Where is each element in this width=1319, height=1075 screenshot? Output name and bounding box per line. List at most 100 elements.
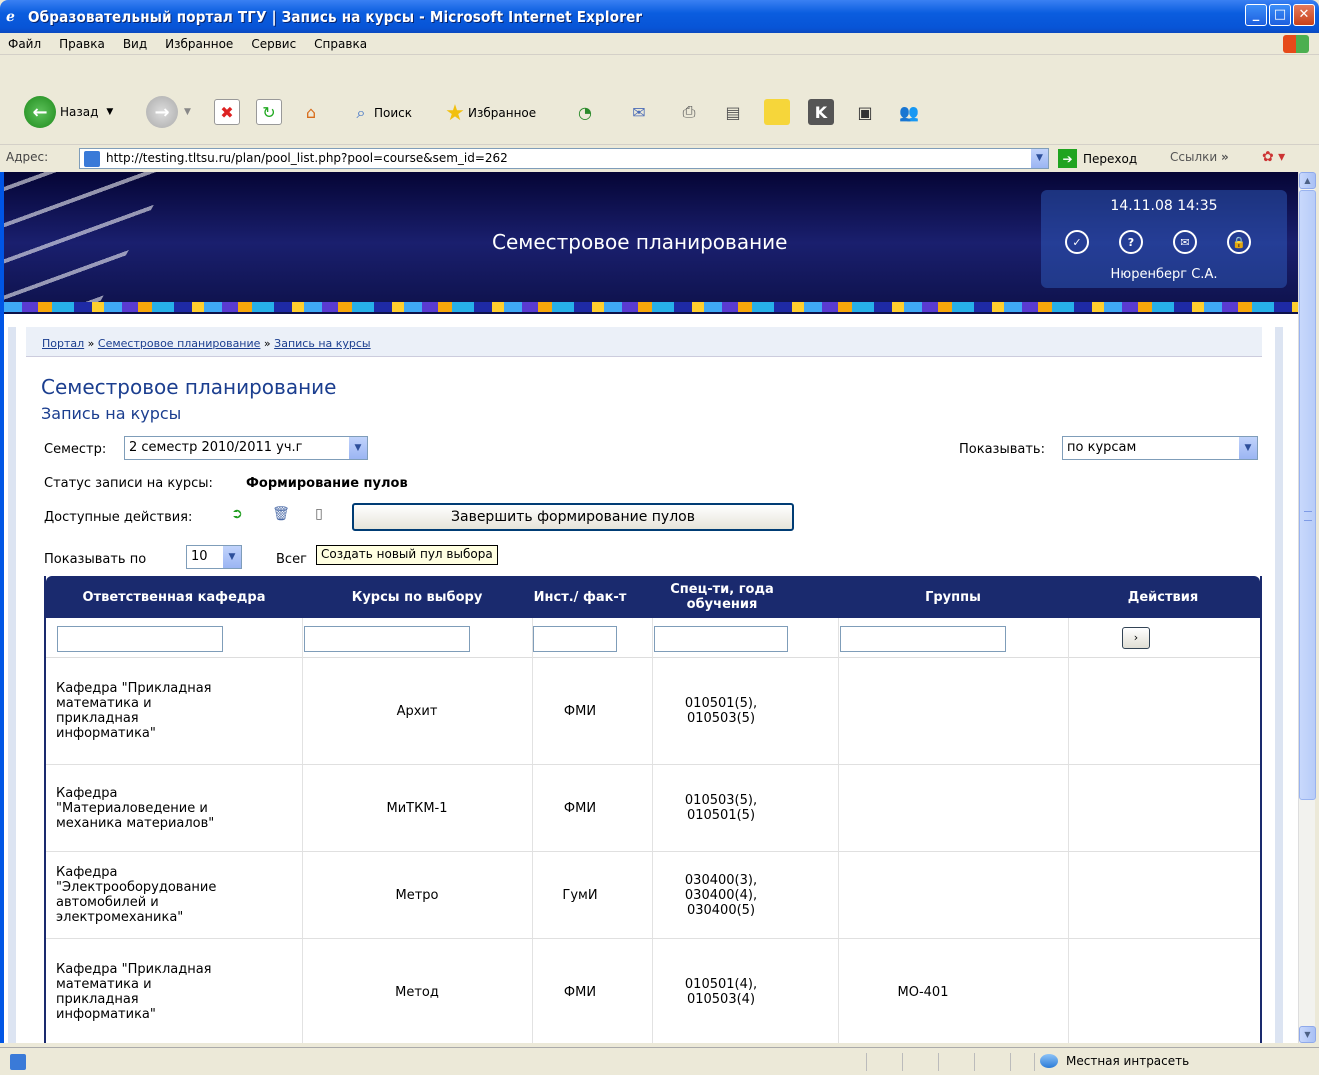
lock-icon[interactable]: 🔒 <box>1227 230 1251 254</box>
print-icon: ⎙ <box>682 102 696 121</box>
notes-button[interactable] <box>764 99 790 125</box>
cell-groups: МО-401 <box>897 984 949 1000</box>
edit-button[interactable]: ▤ <box>720 99 746 125</box>
total-label: Всег <box>276 552 307 567</box>
links-button[interactable]: Ссылки » <box>1170 150 1229 164</box>
address-dropdown-icon[interactable]: ▼ <box>1031 149 1048 168</box>
filter-groups-input[interactable] <box>840 626 1006 652</box>
page-icon <box>84 151 100 167</box>
table-row[interactable]: Кафедра "Электрооборудование автомобилей… <box>46 852 1260 939</box>
header-datetime: 14.11.08 14:35 <box>1110 198 1218 214</box>
delete-icon[interactable]: 🗑 <box>272 506 290 524</box>
chevron-down-icon: ▼ <box>106 107 114 117</box>
header-title: Семестровое планирование <box>492 230 788 254</box>
col-spec[interactable]: Спец-ти, года обучения <box>652 576 792 618</box>
print-button[interactable]: ⎙ <box>676 99 702 125</box>
star-icon: ★ <box>445 100 465 126</box>
messenger-button[interactable]: 👥 <box>896 99 922 125</box>
breadcrumb-current[interactable]: Запись на курсы <box>274 337 370 350</box>
minimize-button[interactable]: _ <box>1245 4 1267 26</box>
semester-select[interactable]: 2 семестр 2010/2011 уч.г ▼ <box>124 436 368 460</box>
cell-spec: 030400(3), 030400(4), 030400(5) <box>684 872 758 918</box>
create-pool-icon[interactable]: ➲ <box>228 506 246 524</box>
cell-spec: 010503(5), 010501(5) <box>684 793 758 823</box>
filter-apply-button[interactable]: › <box>1122 627 1150 649</box>
filter-spec-input[interactable] <box>654 626 788 652</box>
menu-edit[interactable]: Правка <box>59 37 105 51</box>
forward-button[interactable]: → ▼ <box>146 96 191 128</box>
menu-favorites[interactable]: Избранное <box>165 37 233 51</box>
filter-course-input[interactable] <box>304 626 470 652</box>
refresh-icon: ↻ <box>256 99 282 125</box>
home-button[interactable]: ⌂ <box>298 99 324 125</box>
breadcrumb-portal[interactable]: Портал <box>42 337 84 350</box>
col-inst[interactable]: Инст./ фак-т <box>532 576 628 618</box>
maximize-button[interactable]: □ <box>1269 4 1291 26</box>
mail-button[interactable]: ✉ <box>626 99 652 125</box>
col-actions: Действия <box>1127 589 1199 605</box>
scroll-thumb[interactable] <box>1299 190 1316 800</box>
cell-groups <box>838 852 1008 938</box>
address-url: http://testing.tltsu.ru/plan/pool_list.p… <box>106 151 508 165</box>
page-title: Семестровое планирование <box>41 375 337 399</box>
mail-icon[interactable]: ✉ <box>1173 230 1197 254</box>
close-button[interactable]: ✕ <box>1293 4 1315 26</box>
security-zone: Местная интрасеть <box>1040 1054 1189 1068</box>
col-course[interactable]: Курсы по выбору <box>302 576 532 618</box>
chevron-down-icon: ▼ <box>1239 437 1257 459</box>
ie-logo-icon: ℯ <box>6 8 15 25</box>
check-icon[interactable]: ✓ <box>1065 230 1089 254</box>
cell-dept: Кафедра "Прикладная математика и приклад… <box>56 681 212 741</box>
translate-icon[interactable]: ✿ ▾ <box>1262 149 1285 165</box>
toolbar: ← Назад ▼ → ▼ ✖ ↻ ⌂ ⌕ Поиск ★ Избранное … <box>0 56 1319 144</box>
menu-help[interactable]: Справка <box>314 37 367 51</box>
menu-tools[interactable]: Сервис <box>251 37 296 51</box>
back-button[interactable]: ← Назад ▼ <box>24 96 113 128</box>
cell-inst: ФМИ <box>563 703 597 719</box>
document-icon[interactable]: ▯ <box>310 506 328 524</box>
go-button[interactable]: ➔ Переход <box>1058 149 1137 168</box>
table-row[interactable]: Кафедра "Материаловедение и механика мат… <box>46 765 1260 852</box>
vertical-scrollbar[interactable]: ▲ ▼ <box>1298 172 1316 1043</box>
mail-icon: ✉ <box>632 102 646 122</box>
table-header: Ответственная кафедра Курсы по выбору Ин… <box>46 576 1260 618</box>
refresh-button[interactable]: ↻ <box>256 99 282 125</box>
k-button[interactable]: K <box>808 99 834 125</box>
col-groups[interactable]: Группы <box>838 576 1068 618</box>
cell-inst: ГумИ <box>562 887 598 903</box>
table-row[interactable]: Кафедра "Прикладная математика и приклад… <box>46 658 1260 765</box>
menu-view[interactable]: Вид <box>123 37 147 51</box>
user-name: Нюренберг С.А. <box>1110 267 1218 282</box>
cell-groups <box>838 658 1008 764</box>
research-button[interactable]: ▣ <box>852 99 878 125</box>
finish-pools-button[interactable]: Завершить формирование пулов <box>352 503 794 531</box>
favorites-button[interactable]: ★ Избранное <box>442 100 536 126</box>
breadcrumb-plan[interactable]: Семестровое планирование <box>98 337 261 350</box>
scroll-down-icon[interactable]: ▼ <box>1299 1026 1316 1043</box>
edit-icon: ▤ <box>725 102 741 122</box>
help-icon[interactable]: ? <box>1119 230 1143 254</box>
color-stripe <box>4 302 1299 312</box>
stop-button[interactable]: ✖ <box>214 99 240 125</box>
status-label: Статус записи на курсы: <box>44 476 213 491</box>
pools-table: Ответственная кафедра Курсы по выбору Ин… <box>44 576 1262 1043</box>
scroll-up-icon[interactable]: ▲ <box>1299 172 1316 189</box>
table-row[interactable]: Кафедра "Прикладная математика и приклад… <box>46 939 1260 1043</box>
cell-dept: Кафедра "Материаловедение и механика мат… <box>56 785 215 831</box>
col-dept[interactable]: Ответственная кафедра <box>46 576 302 618</box>
filter-inst-input[interactable] <box>533 626 617 652</box>
search-button[interactable]: ⌕ Поиск <box>348 100 413 126</box>
user-panel: 14.11.08 14:35 ✓ ? ✉ 🔒 Нюренберг С.А. <box>1041 190 1287 288</box>
cell-inst: ФМИ <box>563 800 597 816</box>
per-page-select[interactable]: 10 ▼ <box>186 545 242 569</box>
cell-spec: 010501(5), 010503(5) <box>684 696 758 726</box>
stop-icon: ✖ <box>214 99 240 125</box>
history-button[interactable]: ◔ <box>572 99 598 125</box>
menu-file[interactable]: Файл <box>8 37 41 51</box>
show-select[interactable]: по курсам ▼ <box>1062 436 1258 460</box>
actions-label: Доступные действия: <box>44 510 193 525</box>
address-input[interactable]: http://testing.tltsu.ru/plan/pool_list.p… <box>79 148 1049 169</box>
filter-dept-input[interactable] <box>57 626 223 652</box>
history-icon: ◔ <box>578 102 592 122</box>
per-page-label: Показывать по <box>44 552 147 567</box>
